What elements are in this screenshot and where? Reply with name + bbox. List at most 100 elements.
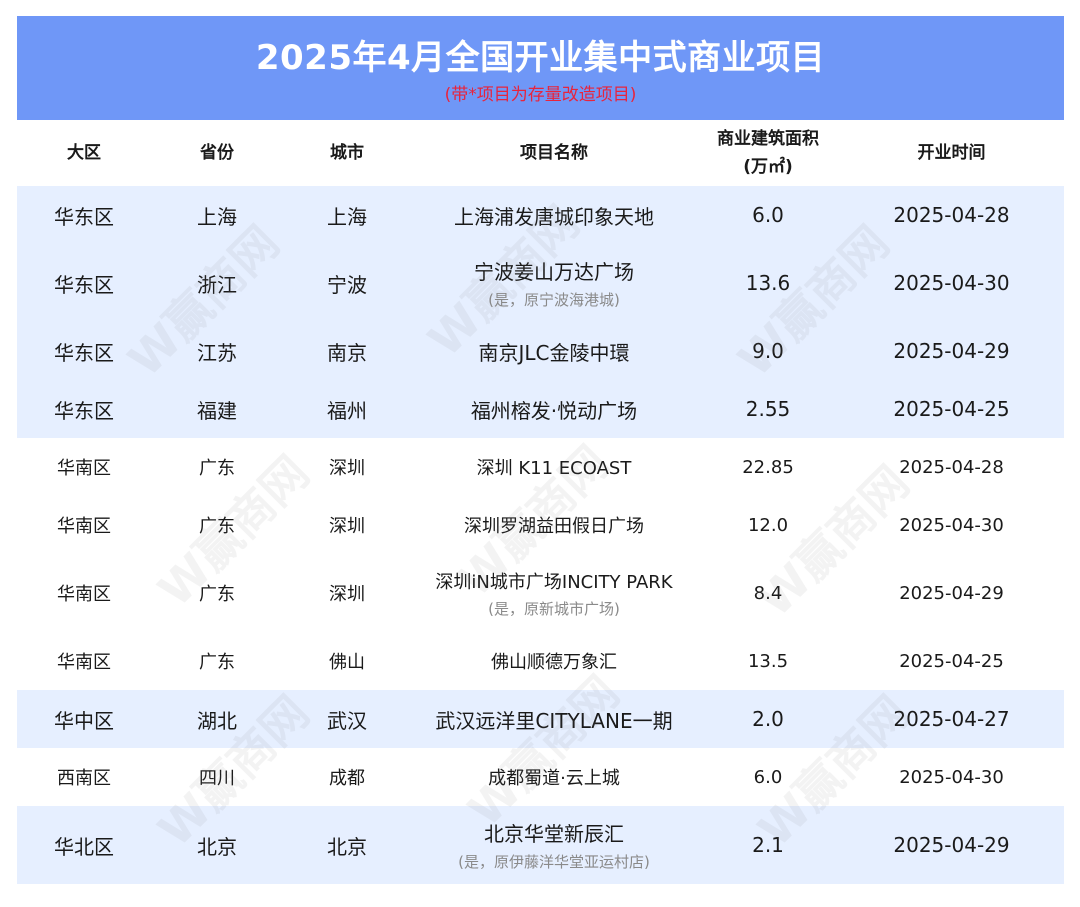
- cell-open-date: 2025-04-25: [839, 380, 1064, 438]
- cell-province-text: 四川: [199, 768, 235, 789]
- cell-open-date-text: 2025-04-30: [899, 514, 1004, 536]
- cell-region-text: 华东区: [54, 340, 114, 365]
- cell-open-date: 2025-04-28: [839, 438, 1064, 496]
- column-header-project: 项目名称: [520, 143, 588, 163]
- cell-province-text: 江苏: [197, 340, 237, 365]
- cell-project: 深圳 K11 ECOAST: [411, 438, 697, 496]
- column-header-open-date: 开业时间: [917, 143, 986, 163]
- cell-city: 宁波: [283, 244, 411, 322]
- cell-project-note: (是，原新城市广场): [488, 599, 620, 618]
- cell-project-text: 北京华堂新辰汇: [484, 822, 624, 846]
- table-row: 华东区 江苏 南京 南京JLC金陵中環 9.0 2025-04-29: [17, 322, 1064, 380]
- cell-city: 南京: [283, 322, 411, 380]
- cell-province: 广东: [151, 632, 283, 690]
- cell-city-text: 福州: [327, 398, 367, 423]
- cell-area-text: 2.1: [752, 833, 784, 857]
- cell-area: 22.85: [697, 438, 839, 496]
- cell-project-text: 成都蜀道·云上城: [488, 768, 620, 789]
- cell-province: 北京: [151, 806, 283, 884]
- cell-open-date-text: 2025-04-28: [893, 203, 1010, 227]
- cell-region: 华南区: [17, 554, 151, 632]
- cell-project: 深圳罗湖益田假日广场: [411, 496, 697, 554]
- table-row: 华中区 湖北 武汉 武汉远洋里CITYLANE一期 2.0 2025-04-27: [17, 690, 1064, 748]
- cell-project-text: 深圳iN城市广场INCITY PARK: [435, 571, 673, 593]
- cell-open-date: 2025-04-29: [839, 322, 1064, 380]
- table-row: 华东区 浙江 宁波 宁波姜山万达广场 (是，原宁波海港城) 13.6 2025-04-30: [17, 244, 1064, 322]
- cell-project: 宁波姜山万达广场 (是，原宁波海港城): [411, 244, 697, 322]
- cell-project-text: 武汉远洋里CITYLANE一期: [435, 708, 673, 733]
- cell-region: 华南区: [17, 496, 151, 554]
- cell-province-text: 广东: [199, 516, 235, 537]
- cell-project: 福州榕发·悦动广场: [411, 380, 697, 438]
- title-banner: 2025年4月全国开业集中式商业项目 (带*项目为存量改造项目): [17, 16, 1064, 120]
- cell-province-text: 福建: [197, 398, 237, 423]
- cell-province-text: 广东: [199, 458, 235, 479]
- cell-city-text: 南京: [327, 340, 367, 365]
- cell-region-text: 华东区: [54, 272, 114, 297]
- cell-city-text: 成都: [329, 768, 365, 789]
- cell-region: 华东区: [17, 186, 151, 244]
- cell-city: 上海: [283, 186, 411, 244]
- cell-area-text: 6.0: [752, 203, 784, 227]
- table-row: 华南区 广东 深圳 深圳罗湖益田假日广场 12.0 2025-04-30: [17, 496, 1064, 554]
- cell-region: 华中区: [17, 690, 151, 748]
- cell-area: 6.0: [697, 186, 839, 244]
- cell-city: 成都: [283, 748, 411, 806]
- cell-open-date: 2025-04-30: [839, 748, 1064, 806]
- cell-city-text: 武汉: [327, 708, 367, 733]
- cell-area-text: 2.55: [745, 397, 791, 421]
- cell-open-date-text: 2025-04-30: [893, 271, 1010, 295]
- column-header-province: 省份: [200, 143, 234, 163]
- cell-open-date: 2025-04-27: [839, 690, 1064, 748]
- cell-area: 13.6: [697, 244, 839, 322]
- column-header-city: 城市: [330, 143, 364, 163]
- cell-open-date: 2025-04-30: [839, 496, 1064, 554]
- cell-province: 广东: [151, 438, 283, 496]
- table-row: 华南区 广东 佛山 佛山顺德万象汇 13.5 2025-04-25: [17, 632, 1064, 690]
- cell-region-text: 华东区: [54, 204, 114, 229]
- table-row: 西南区 四川 成都 成都蜀道·云上城 6.0 2025-04-30: [17, 748, 1064, 806]
- cell-area: 8.4: [697, 554, 839, 632]
- cell-city-text: 佛山: [329, 652, 365, 673]
- cell-project: 深圳iN城市广场INCITY PARK (是，原新城市广场): [411, 554, 697, 632]
- cell-province-text: 广东: [199, 652, 235, 673]
- cell-open-date-text: 2025-04-25: [893, 397, 1010, 421]
- cell-project-text: 佛山顺德万象汇: [491, 652, 617, 673]
- cell-area: 6.0: [697, 748, 839, 806]
- cell-open-date-text: 2025-04-29: [899, 582, 1004, 604]
- cell-project-text: 深圳罗湖益田假日广场: [464, 516, 644, 537]
- cell-area-text: 8.4: [753, 582, 783, 604]
- cell-area-text: 13.5: [747, 650, 789, 672]
- cell-project-text: 南京JLC金陵中環: [478, 340, 630, 365]
- cell-area: 9.0: [697, 322, 839, 380]
- cell-region-text: 华东区: [54, 398, 114, 423]
- cell-project-note: (是，原伊藤洋华堂亚运村店): [458, 853, 650, 871]
- cell-project-text: 上海浦发唐城印象天地: [454, 204, 654, 229]
- cell-area-text: 2.0: [752, 707, 784, 731]
- cell-province-text: 浙江: [197, 272, 237, 297]
- cell-province: 广东: [151, 554, 283, 632]
- cell-province: 福建: [151, 380, 283, 438]
- cell-project: 武汉远洋里CITYLANE一期: [411, 690, 697, 748]
- column-header-region: 大区: [67, 143, 101, 163]
- cell-province: 四川: [151, 748, 283, 806]
- cell-open-date: 2025-04-25: [839, 632, 1064, 690]
- cell-project: 上海浦发唐城印象天地: [411, 186, 697, 244]
- cell-city: 深圳: [283, 496, 411, 554]
- table-row: 华南区 广东 深圳 深圳iN城市广场INCITY PARK (是，原新城市广场) 8.4 2…: [17, 554, 1064, 632]
- cell-region: 华南区: [17, 632, 151, 690]
- cell-area: 2.55: [697, 380, 839, 438]
- cell-open-date: 2025-04-30: [839, 244, 1064, 322]
- cell-region-text: 华中区: [54, 708, 114, 733]
- cell-province: 湖北: [151, 690, 283, 748]
- column-header-area-line1: 商业建筑面积: [717, 129, 819, 149]
- cell-city-text: 深圳: [329, 458, 365, 479]
- cell-city-text: 深圳: [329, 516, 365, 537]
- cell-project: 北京华堂新辰汇 (是，原伊藤洋华堂亚运村店): [411, 806, 697, 884]
- cell-city: 深圳: [283, 438, 411, 496]
- cell-area-text: 22.85: [742, 456, 794, 478]
- cell-region-text: 华南区: [57, 652, 111, 673]
- cell-city-text: 上海: [327, 204, 367, 229]
- cell-city: 深圳: [283, 554, 411, 632]
- cell-province-text: 北京: [197, 834, 237, 859]
